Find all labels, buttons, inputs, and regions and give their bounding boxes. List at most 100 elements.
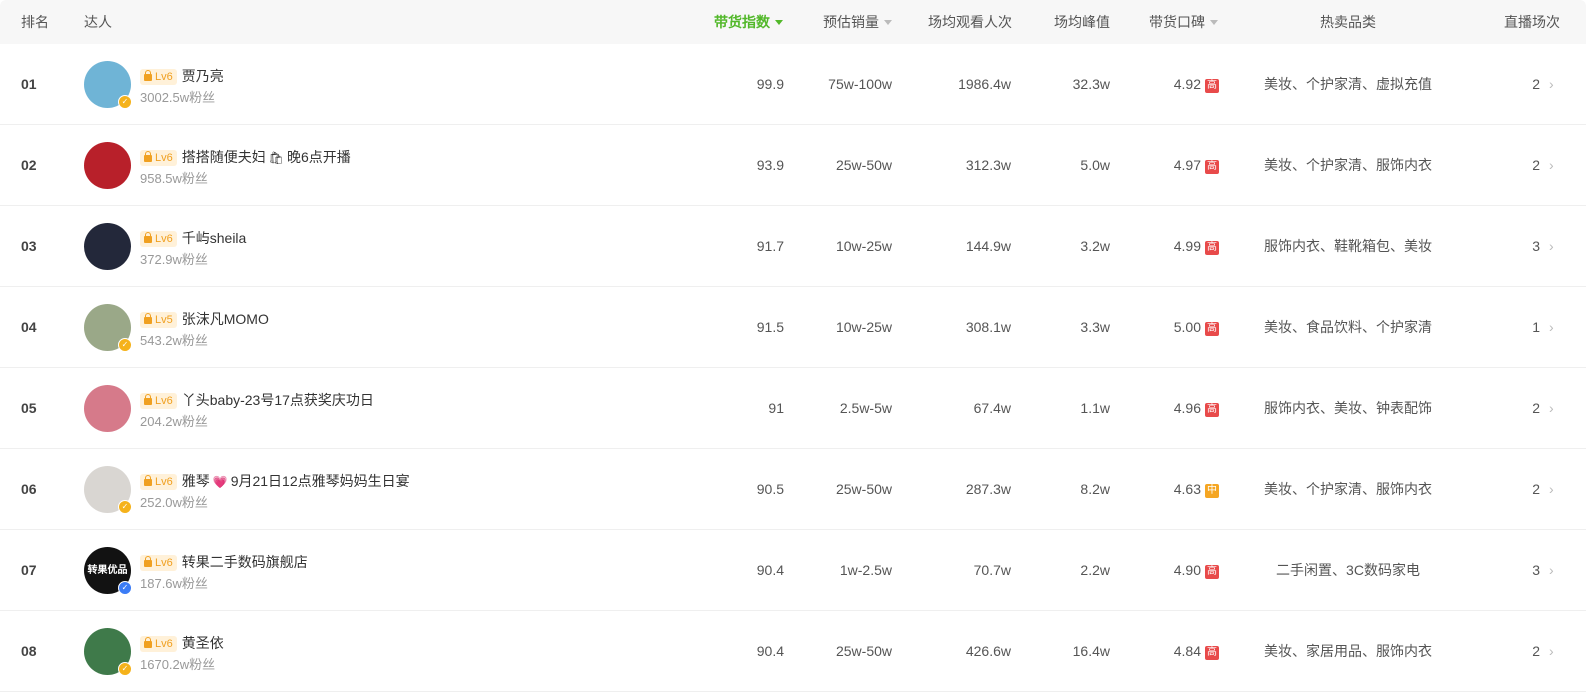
creator-name: 贾乃亮: [181, 68, 224, 84]
creator-name-suffix: 9月21日12点雅琴妈妈生日宴: [230, 473, 410, 489]
table-row[interactable]: 08 ✓ Lv6 黄圣依 1670.2w粉丝 90.4 25w-50w 426.6w 16.4w…: [0, 611, 1586, 692]
chevron-right-icon[interactable]: ›: [1549, 206, 1554, 286]
table-row[interactable]: 02 Lv6 搭搭随便夫妇 🛍 晚6点开播 958.5w粉丝 93.9 25w-50w 312.…: [0, 125, 1586, 206]
table-row[interactable]: 01 ✓ Lv6 贾乃亮 3002.5w粉丝 99.9 75w-100w 1986.4w 32.…: [0, 44, 1586, 125]
level-text: Lv6: [155, 71, 173, 83]
creator-name: 黄圣依: [181, 635, 224, 651]
lock-icon: [144, 394, 152, 405]
rating-value: 4.63: [1173, 481, 1201, 497]
viewers-value: 312.3w: [965, 157, 1011, 173]
hot-categories: 美妆、个护家清、服饰内衣: [1264, 157, 1432, 173]
header-viewers: 场均观看人次: [928, 14, 1012, 30]
viewers-value: 1986.4w: [958, 76, 1011, 92]
sales-value: 10w-25w: [835, 319, 892, 335]
sales-value: 75w-100w: [828, 76, 892, 92]
viewers-value: 308.1w: [965, 319, 1011, 335]
table-row[interactable]: 06 ✓ Lv6 雅琴 💗 9月21日12点雅琴妈妈生日宴 252.0w粉丝 90.5 25w-…: [0, 449, 1586, 530]
level-text: Lv6: [155, 233, 173, 245]
rating-value: 4.99: [1173, 238, 1201, 254]
level-badge: Lv6: [140, 150, 177, 166]
header-sales-sort[interactable]: 预估销量: [823, 0, 892, 44]
hot-categories: 美妆、家居用品、服饰内衣: [1264, 643, 1432, 659]
creator-name-line[interactable]: Lv6 雅琴 💗 9月21日12点雅琴妈妈生日宴: [140, 471, 410, 491]
chevron-right-icon[interactable]: ›: [1549, 368, 1554, 448]
sessions-value: 3: [1532, 238, 1540, 254]
chevron-right-icon[interactable]: ›: [1549, 530, 1554, 610]
peak-value: 3.2w: [1080, 238, 1110, 254]
lock-icon: [144, 637, 152, 648]
avatar[interactable]: [84, 142, 131, 189]
lock-icon: [144, 151, 152, 162]
index-value: 99.9: [756, 76, 784, 92]
level-badge: Lv6: [140, 636, 177, 652]
rating-level-badge: 高: [1205, 160, 1219, 174]
sort-caret-icon: [1210, 19, 1218, 25]
rating-value: 5.00: [1173, 319, 1201, 335]
sessions-value: 2: [1532, 76, 1540, 92]
hot-categories: 服饰内衣、美妆、钟表配饰: [1264, 400, 1432, 416]
creator-name-line[interactable]: Lv6 丫头baby-23号17点获奖庆功日: [140, 390, 374, 410]
rating-cell: 4.96 高: [1174, 368, 1219, 448]
header-index-sort[interactable]: 带货指数: [714, 0, 783, 44]
avatar[interactable]: [84, 385, 131, 432]
rating-value: 4.84: [1173, 643, 1201, 659]
fans-count: 187.6w粉丝: [140, 576, 208, 591]
fans-count: 1670.2w粉丝: [140, 657, 216, 672]
creator-name-line[interactable]: Lv6 黄圣依: [140, 633, 224, 653]
lock-icon: [144, 475, 152, 486]
creator-name-line[interactable]: Lv6 搭搭随便夫妇 🛍 晚6点开播: [140, 147, 351, 167]
rank-number: 02: [21, 157, 37, 173]
level-badge: Lv6: [140, 69, 177, 85]
chevron-right-icon[interactable]: ›: [1549, 449, 1554, 529]
rating-value: 4.97: [1173, 157, 1201, 173]
rank-number: 04: [21, 319, 37, 335]
sessions-value: 2: [1532, 157, 1540, 173]
header-sales-label: 预估销量: [823, 14, 879, 30]
header-index-label: 带货指数: [714, 14, 770, 30]
creator-name: 张沫凡MOMO: [181, 311, 269, 327]
header-rating-sort[interactable]: 带货口碑: [1149, 0, 1218, 44]
sessions-value: 3: [1532, 562, 1540, 578]
creator-name-line[interactable]: Lv6 千屿sheila: [140, 228, 246, 248]
sales-value: 25w-50w: [835, 481, 892, 497]
rank-number: 03: [21, 238, 37, 254]
viewers-value: 426.6w: [965, 643, 1011, 659]
creator-name-line[interactable]: Lv6 贾乃亮: [140, 66, 224, 86]
header-sessions: 直播场次: [1504, 14, 1560, 30]
sort-desc-icon: [775, 19, 783, 25]
header-rank: 排名: [21, 14, 49, 30]
chevron-right-icon[interactable]: ›: [1549, 125, 1554, 205]
peak-value: 5.0w: [1080, 157, 1110, 173]
avatar[interactable]: [84, 223, 131, 270]
sales-value: 1w-2.5w: [839, 562, 892, 578]
chevron-right-icon[interactable]: ›: [1549, 611, 1554, 691]
index-value: 91.5: [756, 319, 784, 335]
sessions-value: 1: [1532, 319, 1540, 335]
creator-name: 千屿sheila: [181, 230, 247, 246]
creator-name-line[interactable]: Lv6 转果二手数码旗舰店: [140, 552, 308, 572]
rating-cell: 4.97 高: [1174, 125, 1219, 205]
fans-count: 543.2w粉丝: [140, 333, 208, 348]
viewers-value: 67.4w: [973, 400, 1011, 416]
hot-categories: 服饰内衣、鞋靴箱包、美妆: [1264, 238, 1432, 254]
rating-value: 4.92: [1173, 76, 1201, 92]
table-row[interactable]: 07 转果优品 ✓ Lv6 转果二手数码旗舰店 187.6w粉丝 90.4 1w-2.5w 70…: [0, 530, 1586, 611]
table-row[interactable]: 05 Lv6 丫头baby-23号17点获奖庆功日 204.2w粉丝 91 2.5w-5w…: [0, 368, 1586, 449]
fans-count: 372.9w粉丝: [140, 252, 208, 267]
verified-badge-icon: ✓: [118, 581, 132, 595]
table-row[interactable]: 03 Lv6 千屿sheila 372.9w粉丝 91.7 10w-25w 144.9w 3.…: [0, 206, 1586, 287]
creator-ranking-table: 排名 达人 带货指数 预估销量 场均观看人次 场均峰值 带货口碑 热卖品类 直播…: [0, 0, 1586, 692]
chevron-right-icon[interactable]: ›: [1549, 287, 1554, 367]
sessions-value: 2: [1532, 481, 1540, 497]
chevron-right-icon[interactable]: ›: [1549, 44, 1554, 124]
creator-name-line[interactable]: Lv5 张沫凡MOMO: [140, 309, 269, 329]
hot-categories: 二手闲置、3C数码家电: [1276, 562, 1420, 578]
header-rating-label: 带货口碑: [1149, 14, 1205, 30]
rank-number: 05: [21, 400, 37, 416]
rating-cell: 4.99 高: [1174, 206, 1219, 286]
index-value: 90.4: [756, 643, 784, 659]
level-text: Lv6: [155, 395, 173, 407]
peak-value: 16.4w: [1072, 643, 1110, 659]
table-row[interactable]: 04 ✓ Lv5 张沫凡MOMO 543.2w粉丝 91.5 10w-25w 308.1w 3.…: [0, 287, 1586, 368]
viewers-value: 287.3w: [965, 481, 1011, 497]
